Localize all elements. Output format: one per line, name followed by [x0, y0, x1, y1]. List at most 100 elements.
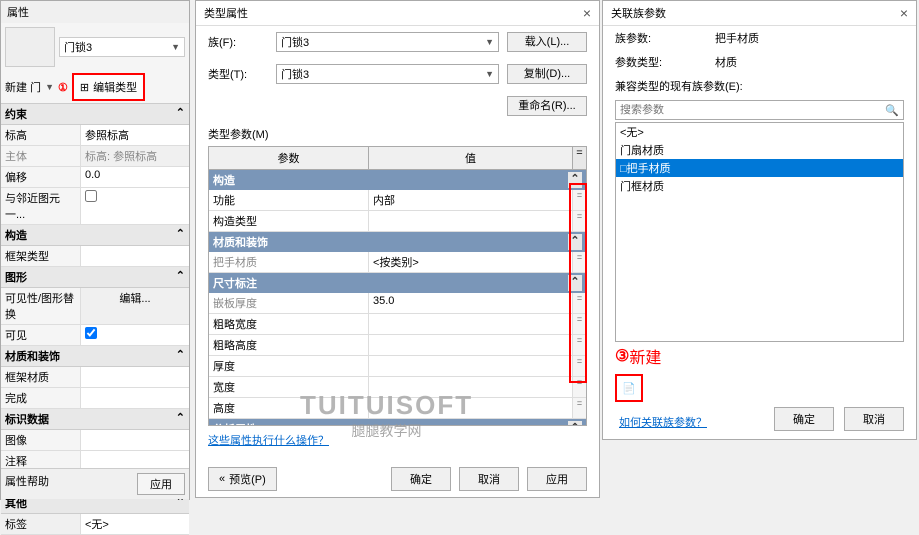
- annotation-box-2: [569, 183, 587, 383]
- category-material[interactable]: 材质和装饰⌃: [1, 346, 189, 367]
- rh-key: 粗略高度: [209, 335, 369, 355]
- offset-key: 偏移: [1, 167, 81, 187]
- category-graphics[interactable]: 图形⌃: [1, 267, 189, 288]
- host-value: 标高: 参照标高: [81, 146, 189, 166]
- frametype-key: 框架类型: [1, 246, 81, 266]
- handlemat-value[interactable]: <按类别>: [369, 252, 572, 272]
- edit-type-label: 编辑类型: [93, 79, 137, 95]
- list-item[interactable]: <无>: [616, 123, 903, 141]
- chevron-down-icon[interactable]: ▼: [45, 82, 54, 92]
- properties-panel: 属性 门锁3 ▼ 新建 门 ▼ ① ⊞ 编辑类型 约束⌃ 标高参照标高 主体标高…: [0, 0, 190, 500]
- finish-value[interactable]: [81, 388, 189, 408]
- category-identity[interactable]: 标识数据⌃: [1, 409, 189, 430]
- cat-construction[interactable]: 构造⌃: [209, 170, 586, 190]
- frametype-value[interactable]: [81, 246, 189, 266]
- help-link[interactable]: 如何关联族参数？: [607, 408, 719, 436]
- search-input-box[interactable]: 🔍: [615, 100, 904, 120]
- dialog-title: 关联族参数: [611, 5, 666, 21]
- ctype-key: 构造类型: [209, 211, 369, 231]
- type-label: 类型(T):: [208, 66, 268, 82]
- near-key: 与邻近图元一...: [1, 188, 81, 224]
- help-link[interactable]: 这些属性执行什么操作？: [196, 426, 341, 454]
- framemat-value[interactable]: [81, 367, 189, 387]
- family-combo[interactable]: 门锁3▼: [276, 32, 499, 52]
- family-label: 族(F):: [208, 34, 268, 50]
- image-value[interactable]: [81, 430, 189, 450]
- properties-title: 属性: [1, 1, 189, 23]
- assoc-cell[interactable]: =: [572, 398, 586, 418]
- new-document-icon: 📄: [622, 382, 636, 395]
- ptype-label: 参数类型:: [615, 54, 715, 70]
- height-value[interactable]: [369, 398, 572, 418]
- cat-material[interactable]: 材质和装饰⌃: [209, 232, 586, 252]
- col-assoc-header: =: [572, 147, 586, 169]
- ptype-value: 材质: [715, 54, 737, 70]
- function-value[interactable]: 内部: [369, 190, 572, 210]
- near-checkbox[interactable]: [85, 190, 97, 202]
- apply-button[interactable]: 应用: [137, 473, 185, 495]
- search-icon[interactable]: 🔍: [885, 104, 899, 117]
- cat-analytic[interactable]: 分析属性⌃: [209, 419, 586, 426]
- near-value[interactable]: [81, 188, 189, 224]
- list-item-selected[interactable]: □把手材质: [616, 159, 903, 177]
- thick-value[interactable]: [369, 356, 572, 376]
- cancel-button[interactable]: 取消: [459, 467, 519, 491]
- ok-button[interactable]: 确定: [774, 407, 834, 431]
- rh-value[interactable]: [369, 335, 572, 355]
- associate-family-param-dialog: 关联族参数 × 族参数:把手材质 参数类型:材质 兼容类型的现有族参数(E): …: [602, 0, 917, 440]
- chevron-down-icon: ▼: [485, 69, 494, 79]
- inset-key: 嵌板厚度: [209, 293, 369, 313]
- inset-value[interactable]: 35.0: [369, 293, 572, 313]
- type-selector-dropdown[interactable]: 门锁3 ▼: [59, 37, 185, 57]
- visible-value[interactable]: [81, 325, 189, 345]
- thick-key: 厚度: [209, 356, 369, 376]
- properties-help-link[interactable]: 属性帮助: [5, 473, 49, 495]
- category-constraint[interactable]: 约束⌃: [1, 104, 189, 125]
- load-button[interactable]: 载入(L)...: [507, 32, 587, 52]
- rw-value[interactable]: [369, 314, 572, 334]
- new-param-button[interactable]: 📄: [615, 374, 643, 402]
- ok-button[interactable]: 确定: [391, 467, 451, 491]
- type-params-table: 参数 值 = 构造⌃ 功能内部= 构造类型= 材质和装饰⌃ 把手材质<按类别>=…: [208, 146, 587, 426]
- rename-button[interactable]: 重命名(R)...: [507, 96, 587, 116]
- vis-edit-button[interactable]: 编辑...: [81, 288, 189, 324]
- list-item[interactable]: 门框材质: [616, 177, 903, 195]
- host-key: 主体: [1, 146, 81, 166]
- width-value[interactable]: [369, 377, 572, 397]
- image-key: 图像: [1, 430, 81, 450]
- new-label-annotation: 新建: [629, 344, 661, 368]
- finish-key: 完成: [1, 388, 81, 408]
- category-construction[interactable]: 构造⌃: [1, 225, 189, 246]
- offset-value[interactable]: 0.0: [81, 167, 189, 187]
- ctype-value[interactable]: [369, 211, 572, 231]
- compat-label: 兼容类型的现有族参数(E):: [615, 78, 743, 94]
- type-combo[interactable]: 门锁3▼: [276, 64, 499, 84]
- list-item[interactable]: 门扇材质: [616, 141, 903, 159]
- col-value-header: 值: [369, 147, 572, 169]
- type-name: 门锁3: [64, 39, 92, 55]
- search-input[interactable]: [620, 104, 885, 116]
- param-value: 把手材质: [715, 30, 759, 46]
- label-key: 标签: [1, 514, 81, 534]
- cat-dimension[interactable]: 尺寸标注⌃: [209, 273, 586, 293]
- chevron-down-icon: ▼: [171, 42, 180, 52]
- rw-key: 粗略宽度: [209, 314, 369, 334]
- apply-button[interactable]: 应用: [527, 467, 587, 491]
- cancel-button[interactable]: 取消: [844, 407, 904, 431]
- type-properties-dialog: 类型属性 × 族(F): 门锁3▼ 载入(L)... 类型(T): 门锁3▼ 复…: [195, 0, 600, 498]
- level-value[interactable]: 参照标高: [81, 125, 189, 145]
- function-key: 功能: [209, 190, 369, 210]
- vis-key: 可见性/图形替换: [1, 288, 81, 324]
- param-list[interactable]: <无> 门扇材质 □把手材质 门框材质: [615, 122, 904, 342]
- level-key: 标高: [1, 125, 81, 145]
- visible-checkbox[interactable]: [85, 327, 97, 339]
- col-param-header: 参数: [209, 147, 369, 169]
- annotation-3: ③: [615, 346, 629, 366]
- type-params-label: 类型参数(M): [196, 122, 599, 146]
- label-value[interactable]: <无>: [81, 514, 189, 534]
- close-icon[interactable]: ×: [583, 5, 591, 21]
- close-icon[interactable]: ×: [900, 5, 908, 21]
- edit-type-button[interactable]: ⊞ 编辑类型: [72, 73, 145, 101]
- copy-button[interactable]: 复制(D)...: [507, 64, 587, 84]
- height-key: 高度: [209, 398, 369, 418]
